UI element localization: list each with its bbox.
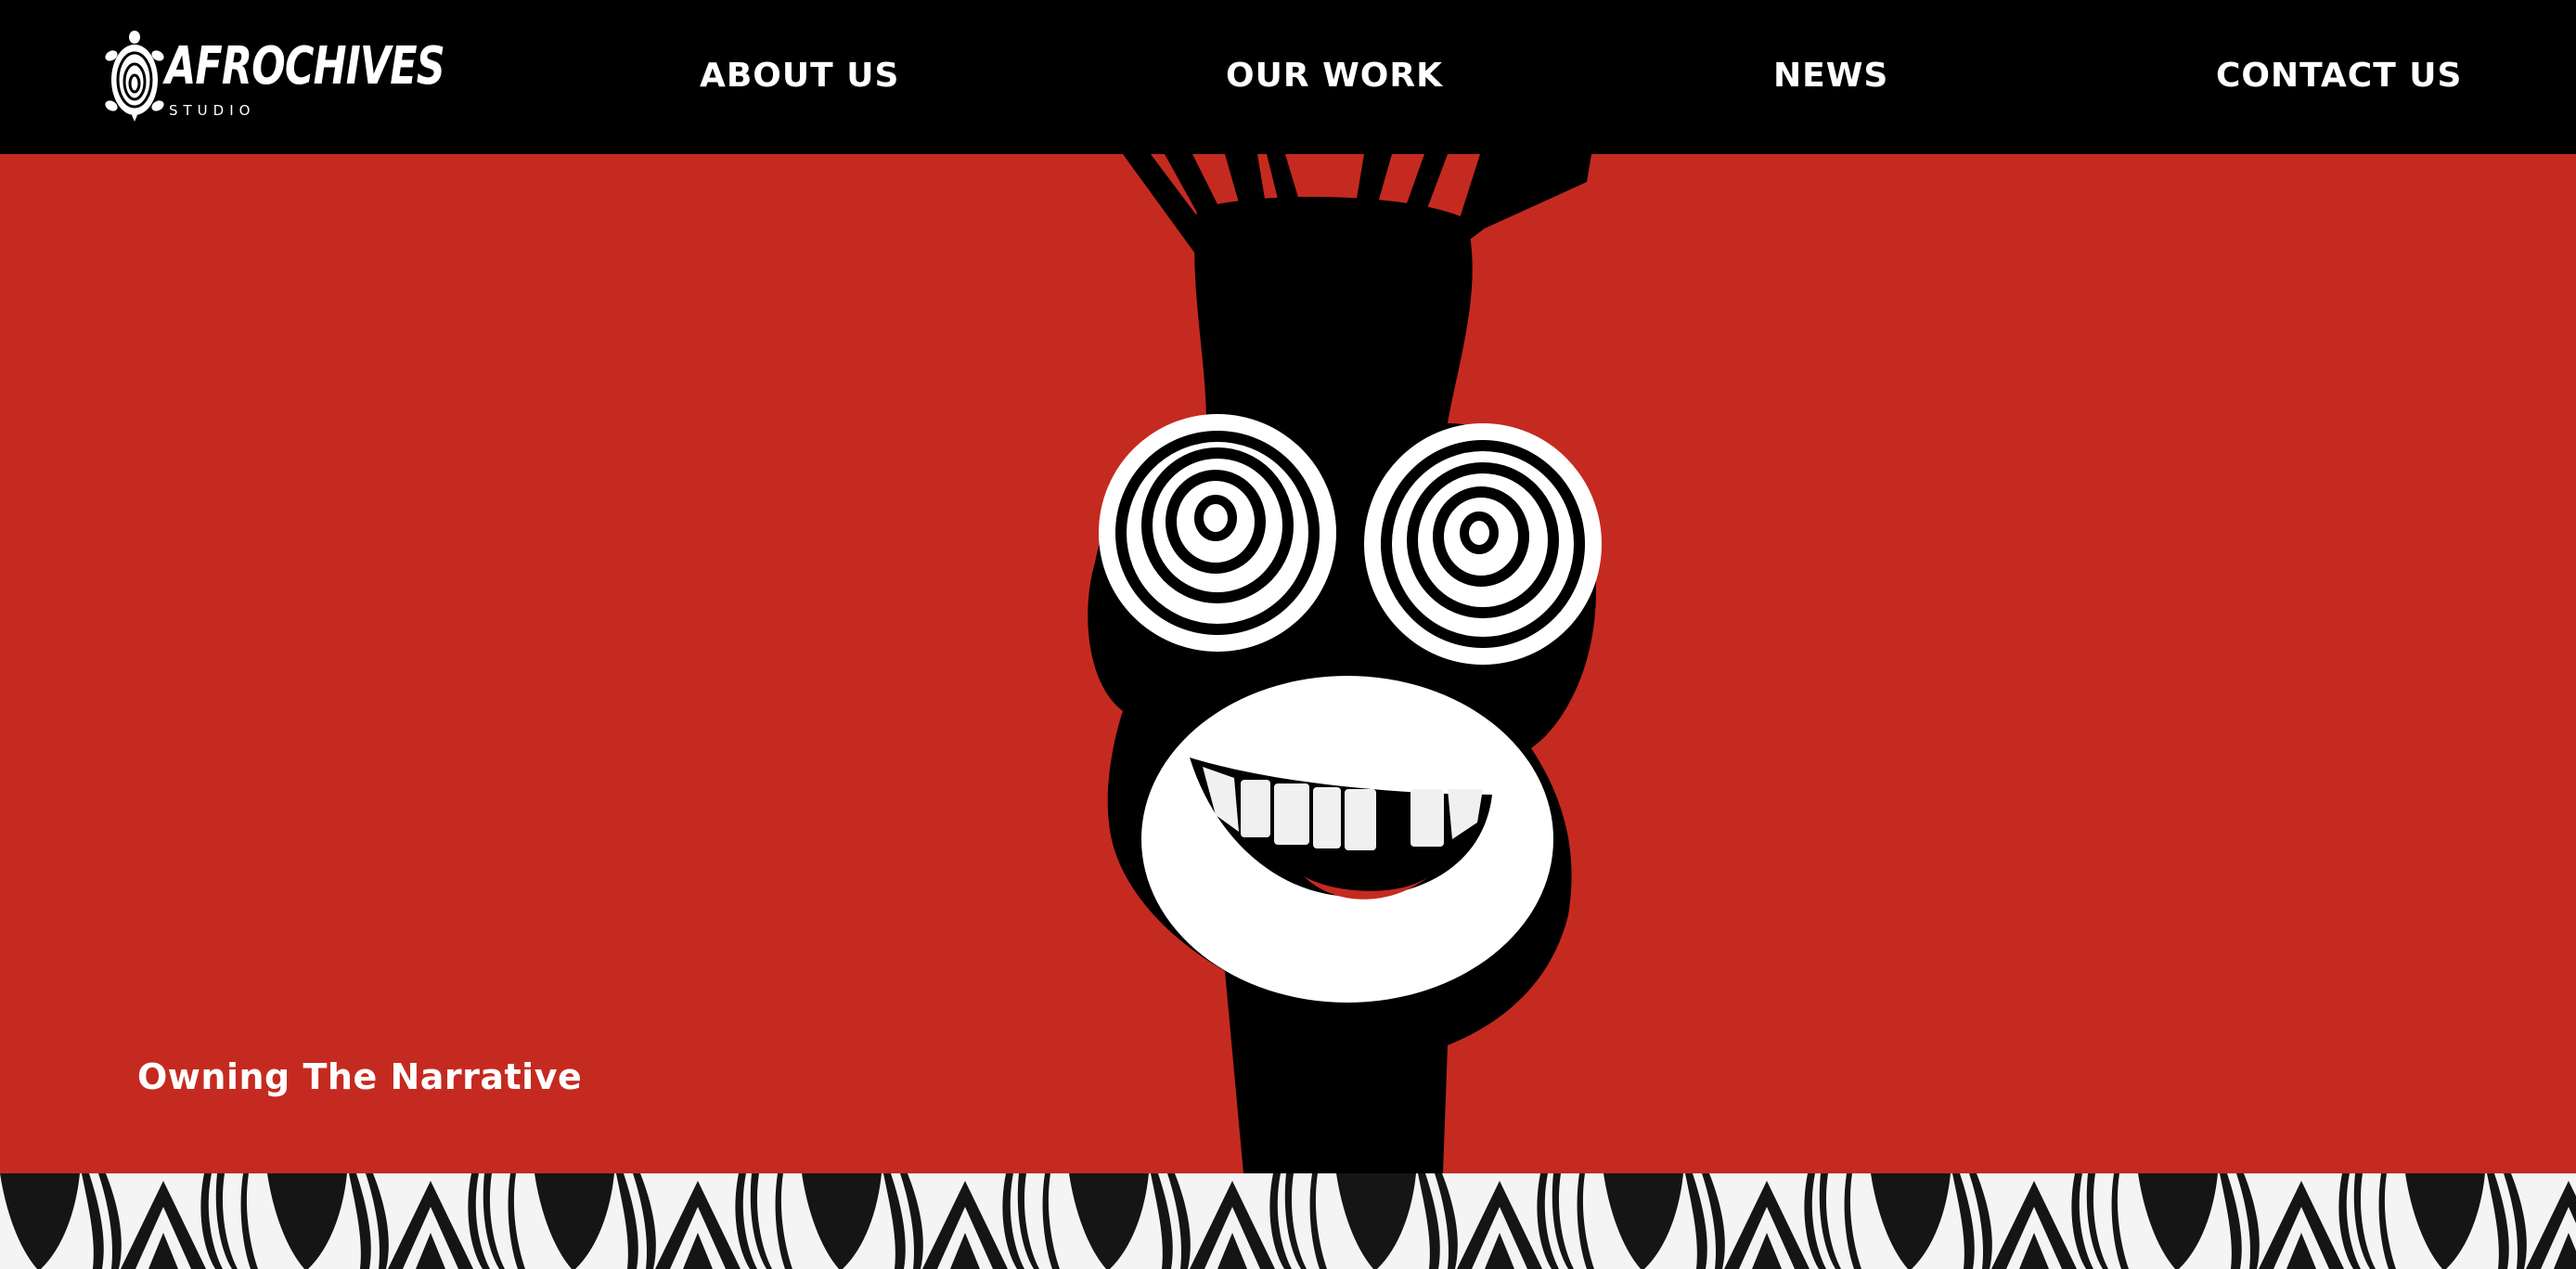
tribal-triangle-pattern xyxy=(0,1173,2576,1269)
character-face-illustration xyxy=(1088,154,1602,1173)
brand-name: AFROCHIVES xyxy=(165,35,445,97)
nav-contact-us[interactable]: CONTACT US xyxy=(2216,54,2462,98)
logo-link[interactable]: AFROCHIVES STUDIO xyxy=(104,28,445,124)
page: AFROCHIVES STUDIO ABOUT US OUR WORK NEWS… xyxy=(0,0,2576,1269)
site-header: AFROCHIVES STUDIO ABOUT US OUR WORK NEWS… xyxy=(0,0,2576,154)
nav-our-work[interactable]: OUR WORK xyxy=(1226,54,1443,98)
hero-section: Owning The Narrative xyxy=(0,154,2576,1173)
hero-tagline: Owning The Narrative xyxy=(137,1056,583,1097)
brand-subtitle: STUDIO xyxy=(169,102,256,119)
nav-news[interactable]: NEWS xyxy=(1773,54,1888,98)
left-eye-spiral xyxy=(1099,414,1336,652)
right-eye-spiral xyxy=(1364,423,1602,665)
turtle-spiral-icon xyxy=(105,31,164,122)
nav-about-us[interactable]: ABOUT US xyxy=(700,54,899,98)
pattern-art xyxy=(0,1173,2576,1269)
